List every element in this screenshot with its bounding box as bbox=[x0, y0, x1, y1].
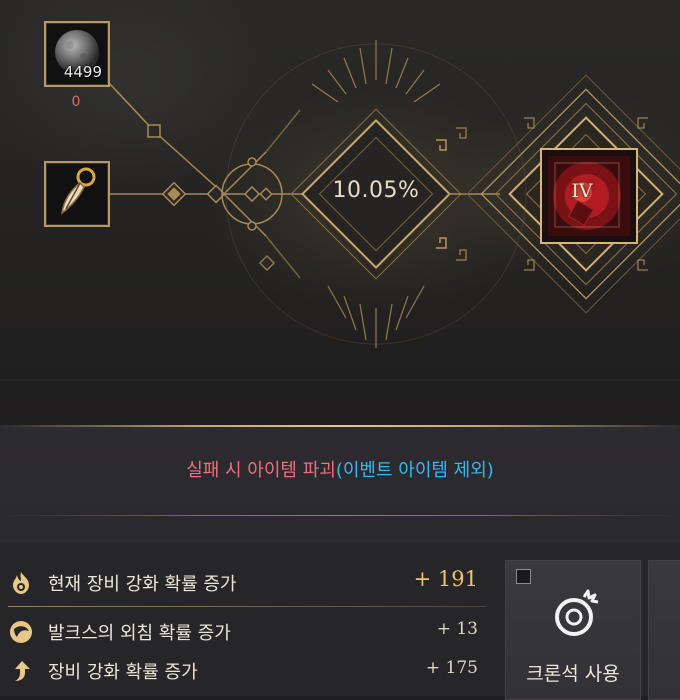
cron-stone-checkbox[interactable] bbox=[516, 569, 531, 584]
stat-value: + 191 bbox=[413, 567, 478, 591]
stat-value: + 175 bbox=[425, 658, 478, 678]
destroy-warning-note: (이벤트 아이템 제외) bbox=[335, 460, 494, 481]
talon-pendant-icon bbox=[61, 167, 96, 215]
stat-label: 발크스의 외침 확률 증가 bbox=[48, 623, 231, 644]
material-count: 4499 bbox=[63, 63, 102, 81]
valkus-orb-icon bbox=[10, 621, 32, 643]
arrow-up-icon bbox=[15, 661, 30, 681]
stat-value: + 13 bbox=[436, 619, 478, 639]
stat-divider bbox=[8, 606, 486, 607]
destroy-warning: 실패 시 아이템 파괴(이벤트 아이템 제외) bbox=[0, 456, 680, 482]
target-item-tier: IV bbox=[571, 180, 593, 202]
material-slot-pendant[interactable] bbox=[44, 161, 110, 227]
success-rate: 10.05% bbox=[332, 178, 420, 203]
stat-label: 장비 강화 확률 증가 bbox=[48, 662, 198, 683]
stat-row-enhance-rate: 장비 강화 확률 증가 + 175 bbox=[0, 652, 500, 688]
cron-stone-icon bbox=[555, 589, 599, 636]
stat-row-current-rate: 현재 장비 강화 확률 증가 + 191 bbox=[0, 564, 500, 600]
stat-row-valkus: 발크스의 외침 확률 증가 + 13 bbox=[0, 613, 500, 649]
material-owned-qty: 0 bbox=[71, 94, 81, 110]
material-slot-moonstone[interactable]: 4499 bbox=[44, 21, 110, 87]
band-divider-bottom bbox=[0, 515, 680, 516]
stat-label: 현재 장비 강화 확률 증가 bbox=[48, 574, 237, 595]
warning-band bbox=[0, 425, 680, 543]
destroy-warning-main: 실패 시 아이템 파괴 bbox=[186, 460, 336, 481]
secondary-action-button[interactable] bbox=[648, 560, 680, 700]
use-cron-stone-button[interactable]: 크론석 사용 bbox=[505, 560, 641, 700]
flame-icon bbox=[13, 572, 29, 594]
use-cron-stone-label: 크론석 사용 bbox=[526, 663, 620, 685]
